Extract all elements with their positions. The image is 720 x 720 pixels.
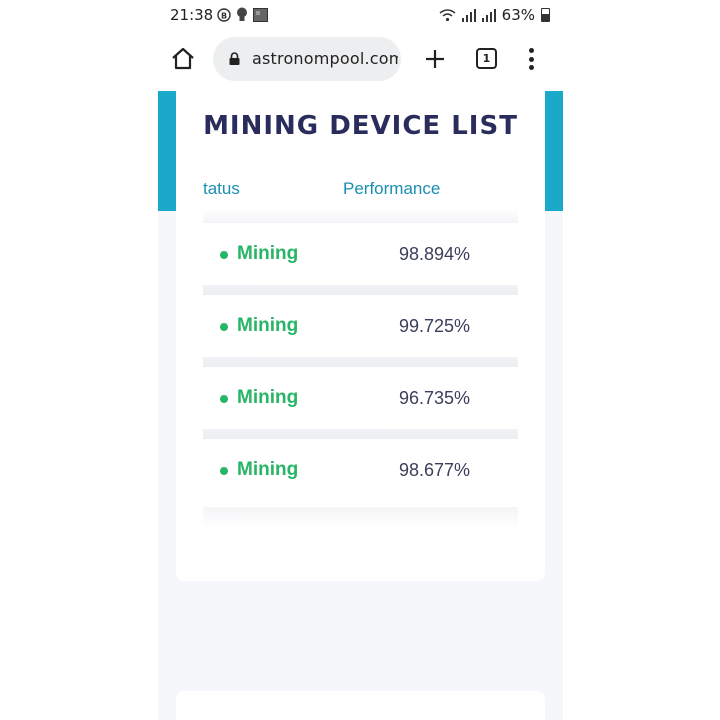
table-footer: [203, 507, 518, 529]
status-text: Mining: [237, 459, 299, 480]
url-bar[interactable]: astronompool.com/: [213, 37, 401, 81]
status-time: 21:38: [170, 6, 214, 24]
table-row: Mining 98.894%: [203, 223, 518, 285]
row-divider: [203, 429, 518, 439]
status-dot: [220, 251, 228, 259]
overview-card: [176, 691, 545, 720]
plus-icon[interactable]: [423, 47, 447, 71]
column-header-performance: Performance: [343, 179, 441, 198]
row-divider: [203, 285, 518, 295]
status-text: Mining: [237, 315, 299, 336]
bulb-icon: [237, 7, 247, 21]
table-row: Mining 96.735%: [203, 367, 518, 429]
status-dot: [220, 323, 228, 331]
table-row: Mining 99.725%: [203, 295, 518, 357]
svg-text:B: B: [221, 11, 227, 20]
url-text[interactable]: astronompool.com/: [252, 49, 398, 68]
performance-value: 98.894%: [399, 244, 471, 264]
mining-device-card: MINING DEVICE LIST tatus Performance Min…: [176, 91, 545, 581]
performance-value: 96.735%: [399, 388, 471, 408]
device-table[interactable]: tatus Performance Mining 98.894% Mining …: [203, 169, 518, 529]
performance-value: 99.725%: [399, 316, 471, 336]
status-text: Mining: [237, 243, 299, 264]
notification-icons: B: [217, 7, 268, 22]
table-row: Mining 98.677%: [203, 439, 518, 501]
page-title: MINING DEVICE LIST: [203, 111, 518, 141]
status-bar: 21:38 B 63%: [0, 0, 720, 30]
signal-icon: [461, 8, 476, 22]
performance-value: 98.677%: [399, 460, 471, 480]
row-divider: [203, 357, 518, 367]
battery-icon: [541, 8, 550, 22]
status-dot: [220, 395, 228, 403]
system-icons: 63%: [439, 6, 550, 24]
status-text: Mining: [237, 387, 299, 408]
status-dot: [220, 467, 228, 475]
gallery-icon: [253, 7, 268, 22]
column-header-status: tatus: [203, 179, 240, 198]
signal-icon: [481, 8, 496, 22]
browser-toolbar: astronompool.com/ 1: [158, 33, 562, 85]
web-page: MINING DEVICE LIST tatus Performance Min…: [158, 91, 563, 720]
header-divider: [203, 209, 518, 223]
home-icon[interactable]: [170, 46, 196, 72]
battery-percent: 63%: [501, 6, 535, 24]
wifi-icon: [439, 9, 456, 22]
menu-icon[interactable]: [526, 46, 536, 72]
b-circle-icon: B: [217, 7, 231, 22]
lock-icon[interactable]: [229, 52, 240, 65]
tabs-button[interactable]: 1: [476, 48, 497, 69]
